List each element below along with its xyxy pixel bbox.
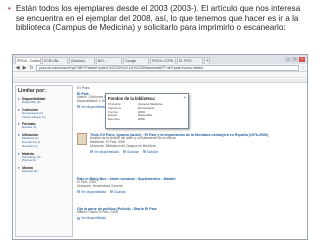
facet-collection: ▾ Colección Hemeroteca (2) Fondo antiguo … bbox=[18, 108, 70, 120]
tab-proa[interactable]: PROA - Catálogo de la... bbox=[15, 57, 41, 64]
facet-language: ▾ Idioma Español (3) bbox=[18, 166, 70, 174]
action-label: Guardar bbox=[114, 189, 126, 194]
window-controls: – □ × bbox=[285, 57, 307, 62]
view-availability-link[interactable]: Ver disponibilidad bbox=[77, 105, 106, 109]
facet-subject: ▾ Materia Periódicos (2) Prensa (1) bbox=[18, 152, 70, 164]
facet-sidebar: Limitar por: ▾ Disponibilidad Disponible … bbox=[15, 85, 73, 237]
close-icon[interactable]: × bbox=[183, 95, 186, 100]
facet-location: ▾ Ubicación Medicina (1) Economía (1) Der… bbox=[18, 133, 70, 148]
result-detail: Ubicación: Hemeroteca General bbox=[77, 184, 123, 188]
tab-bar: PROA - Catálogo de la... ECB-UNI... (Sal… bbox=[13, 55, 307, 64]
maximize-button[interactable]: □ bbox=[292, 57, 298, 62]
save-link[interactable]: Guardar bbox=[123, 150, 139, 154]
url-field[interactable]: proa.ub.edu/search*spi?/tEl+Pais/tel+pai… bbox=[36, 64, 299, 71]
bookmark-star-icon[interactable]: ☆ bbox=[301, 65, 305, 71]
view-availability-link[interactable]: Ver disponibilidad bbox=[77, 190, 106, 194]
collapse-icon[interactable]: ▾ bbox=[18, 108, 21, 112]
collapse-icon[interactable]: ▾ bbox=[18, 166, 21, 170]
save-icon bbox=[110, 190, 113, 194]
bookmarks-bar bbox=[13, 72, 307, 78]
facet-option[interactable]: Derecho (1) bbox=[22, 144, 70, 149]
result-detail: Ubicación: Biblioteca del Campus de Medi… bbox=[90, 143, 156, 148]
holdings-table: Ubicación Campus Medicina Signatura Hemero… bbox=[108, 102, 186, 122]
result-actions: Ver disponibilidad Guardar Solicitar bbox=[90, 150, 302, 154]
facet-option[interactable]: Revista (3) bbox=[22, 126, 70, 130]
tab-3[interactable]: (Salidas) bbox=[69, 57, 95, 64]
bullet-icon: • bbox=[8, 4, 11, 13]
action-label: Solicitar bbox=[146, 149, 159, 154]
facet-format: ▾ Formato Revista (3) bbox=[18, 122, 70, 130]
result-detail: Madrid : Diario El País, 2006- bbox=[77, 210, 119, 215]
facet-availability: ▾ Disponibilidad Disponible (3) bbox=[18, 97, 70, 105]
result-item: Tesis Gil Pons, Ignacio (autor) : El Paí… bbox=[77, 133, 302, 154]
view-availability-link[interactable]: Ver disponibilidad bbox=[77, 216, 106, 220]
result-actions: Ver disponibilidad Guardar bbox=[77, 190, 302, 194]
facet-option[interactable]: Prensa (1) bbox=[22, 159, 70, 163]
view-availability-link[interactable]: Ver disponibilidad bbox=[90, 150, 119, 154]
action-label: Ver disponibilidad bbox=[81, 104, 106, 109]
browser-screenshot: PROA - Catálogo de la... ECB-UNI... (Sal… bbox=[12, 54, 308, 240]
facet-option[interactable]: Fondo antiguo (1) bbox=[22, 115, 70, 120]
facet-option[interactable]: Disponible (3) bbox=[22, 100, 70, 105]
tab-5[interactable]: Google bbox=[123, 57, 149, 64]
collapse-icon[interactable]: ▾ bbox=[18, 133, 21, 137]
popup-title: Fondos de la biblioteca bbox=[108, 96, 155, 101]
sidebar-title: Limitar por: bbox=[18, 88, 46, 94]
minimize-button[interactable]: – bbox=[285, 57, 291, 62]
catalog-header bbox=[13, 79, 307, 83]
holdings-icon bbox=[77, 105, 80, 109]
row-label: Ejemplar bbox=[108, 117, 120, 122]
row-value: 2008 bbox=[138, 117, 145, 122]
action-label: Guardar bbox=[127, 149, 139, 154]
holdings-icon bbox=[90, 150, 93, 154]
new-tab-button[interactable]: + bbox=[204, 57, 210, 64]
save-icon bbox=[123, 150, 126, 154]
request-icon bbox=[142, 150, 146, 154]
slide-caption: • Están todos los ejemplares desde el 20… bbox=[8, 4, 308, 33]
results-header: El Pais bbox=[77, 85, 90, 90]
facet-option[interactable]: Español (3) bbox=[22, 169, 70, 174]
collapse-icon[interactable]: ▾ bbox=[18, 97, 21, 101]
caption-text: Están todos los ejemplares desde el 2003… bbox=[15, 4, 301, 33]
back-arrow-icon[interactable]: ◀ bbox=[15, 65, 20, 71]
result-item: Pais in Bang Bus : diario semanal : Supl… bbox=[77, 177, 302, 194]
cover-thumbnail bbox=[77, 133, 87, 145]
request-link[interactable]: Solicitar bbox=[142, 149, 159, 154]
action-label: Ver disponibilidad bbox=[94, 149, 119, 154]
tab-6[interactable]: PROA-CCPB... bbox=[150, 57, 176, 64]
tab-7[interactable]: EL PRO.. bbox=[177, 57, 203, 64]
table-row: Ejemplar 2008 bbox=[108, 117, 186, 122]
tab-2[interactable]: ECB-UNI... bbox=[42, 57, 68, 64]
holdings-popup: Fondos de la biblioteca × Ubicación Campu… bbox=[105, 93, 189, 129]
reload-icon[interactable]: ↻ bbox=[29, 65, 34, 71]
result-item: Ojo la parte de política (Policía) : Dia… bbox=[77, 207, 302, 220]
action-label: Ver disponibilidad bbox=[81, 216, 106, 220]
collapse-icon[interactable]: ▾ bbox=[18, 122, 21, 126]
save-link[interactable]: Guardar bbox=[110, 190, 126, 194]
action-label: Ver disponibilidad bbox=[81, 189, 106, 194]
forward-arrow-icon[interactable]: ▶ bbox=[22, 65, 27, 71]
result-actions: Ver disponibilidad bbox=[77, 216, 302, 220]
holdings-icon bbox=[77, 190, 80, 194]
close-window-button[interactable]: × bbox=[299, 57, 305, 62]
holdings-icon bbox=[77, 216, 80, 220]
tab-4[interactable]: BIO... bbox=[96, 57, 122, 64]
address-bar: ◀ ▶ ↻ proa.ub.edu/search*spi?/tEl+Pais/t… bbox=[13, 64, 307, 72]
collapse-icon[interactable]: ▾ bbox=[18, 152, 21, 156]
